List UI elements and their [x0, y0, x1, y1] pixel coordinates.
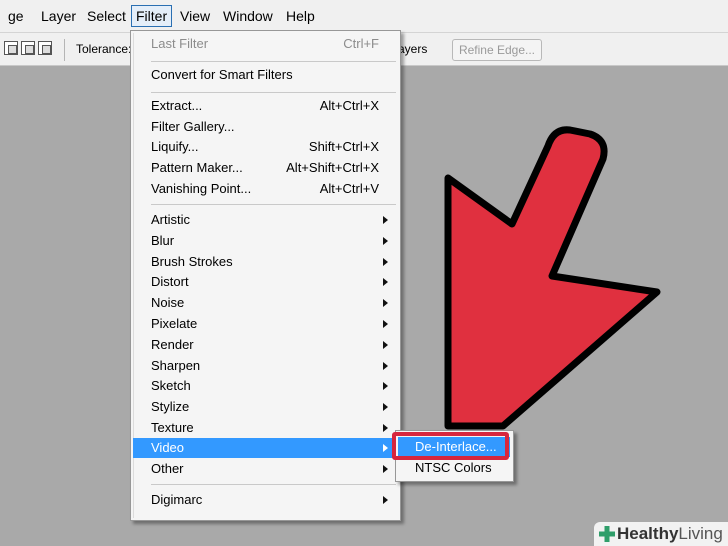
menu-item-label: Noise	[151, 295, 185, 310]
menu-item-shortcut: Shift+Ctrl+X	[308, 139, 379, 154]
menu-item-noise[interactable]: Noise	[133, 293, 398, 313]
menu-item-stylize[interactable]: Stylize	[133, 397, 398, 417]
menu-item-texture[interactable]: Texture	[133, 418, 398, 438]
submenu-arrow-icon	[383, 424, 388, 432]
menu-item-other[interactable]: Other	[133, 459, 398, 479]
menu-item-convert-smart-filters[interactable]: Convert for Smart Filters	[133, 65, 398, 85]
menu-item-label: Texture	[151, 420, 194, 435]
submenu-arrow-icon	[383, 465, 388, 473]
menu-item-digimarc[interactable]: Digimarc	[133, 490, 398, 510]
menu-item-ntsc-colors[interactable]: NTSC Colors	[398, 458, 510, 478]
submenu-arrow-icon	[383, 278, 388, 286]
selection-mode-icon[interactable]	[4, 41, 18, 55]
sample-all-layers-label: ayers	[398, 42, 428, 56]
menu-item-label: Pixelate	[151, 316, 198, 331]
submenu-arrow-icon	[383, 299, 388, 307]
menu-item-artistic[interactable]: Artistic	[133, 210, 398, 230]
add-to-selection-icon[interactable]	[21, 41, 35, 55]
menu-item-label: Distort	[151, 274, 189, 289]
menu-item-extract[interactable]: Extract... Alt+Ctrl+X	[133, 96, 398, 116]
submenu-arrow-icon	[383, 362, 388, 370]
submenu-arrow-icon	[383, 382, 388, 390]
filter-menu: Last Filter Ctrl+F Convert for Smart Fil…	[130, 30, 401, 521]
menu-filter[interactable]: Filter	[131, 5, 173, 27]
submenu-arrow-icon	[383, 237, 388, 245]
menu-item-label: Filter Gallery...	[151, 119, 235, 134]
menu-separator	[151, 61, 396, 62]
menu-select[interactable]: Select	[83, 6, 130, 26]
menu-item-label: Video	[151, 440, 185, 455]
menu-item-label: NTSC Colors	[415, 460, 492, 475]
submenu-arrow-icon	[383, 341, 388, 349]
menu-item-sketch[interactable]: Sketch	[133, 376, 398, 396]
menu-item-label: Convert for Smart Filters	[151, 67, 293, 82]
menu-item-pattern-maker[interactable]: Pattern Maker... Alt+Shift+Ctrl+X	[133, 158, 398, 178]
menu-item-brush-strokes[interactable]: Brush Strokes	[133, 252, 398, 272]
brand-bold-text: Healthy	[617, 524, 679, 543]
menu-item-video[interactable]: Video	[133, 438, 398, 458]
submenu-arrow-icon	[383, 496, 388, 504]
subtract-from-selection-icon[interactable]	[38, 41, 52, 55]
menu-item-label: Artistic	[151, 212, 190, 227]
menu-item-shortcut: Alt+Ctrl+X	[319, 98, 379, 113]
menu-item-blur[interactable]: Blur	[133, 231, 398, 251]
refine-edge-button[interactable]: Refine Edge...	[452, 39, 542, 61]
menu-item-label: Extract...	[151, 98, 203, 113]
menu-item-label: Stylize	[151, 399, 190, 414]
tolerance-label: Tolerance:	[76, 42, 132, 56]
menu-item-shortcut: Alt+Shift+Ctrl+X	[286, 160, 379, 175]
menu-item-label: Blur	[151, 233, 175, 248]
menu-item-label: Other	[151, 461, 184, 476]
menu-view[interactable]: View	[176, 6, 214, 26]
menu-item-label: Pattern Maker...	[151, 160, 243, 175]
menu-item-last-filter[interactable]: Last Filter Ctrl+F	[133, 34, 398, 54]
submenu-arrow-icon	[383, 258, 388, 266]
menu-item-liquify[interactable]: Liquify... Shift+Ctrl+X	[133, 137, 398, 157]
pointer-arrow-icon	[444, 126, 661, 430]
menu-image-partial[interactable]: ge	[4, 6, 28, 26]
menu-item-filter-gallery[interactable]: Filter Gallery...	[133, 117, 398, 137]
menu-separator	[151, 204, 396, 205]
menu-separator	[151, 92, 396, 93]
brand-watermark: HealthyLiving	[594, 522, 728, 546]
menu-help[interactable]: Help	[282, 6, 319, 26]
menu-separator	[151, 484, 396, 485]
menu-item-label: Sketch	[151, 378, 191, 393]
menu-item-sharpen[interactable]: Sharpen	[133, 356, 398, 376]
menu-item-label: Render	[151, 337, 194, 352]
submenu-arrow-icon	[383, 444, 388, 452]
menu-bar: ge Layer Select Filter View Window Help	[0, 0, 728, 33]
submenu-arrow-icon	[383, 216, 388, 224]
menu-item-render[interactable]: Render	[133, 335, 398, 355]
menu-layer[interactable]: Layer	[37, 6, 80, 26]
submenu-arrow-icon	[383, 320, 388, 328]
menu-item-label: Vanishing Point...	[151, 181, 252, 196]
highlight-callout-box	[392, 432, 509, 460]
menu-item-label: Last Filter	[151, 36, 209, 51]
menu-item-shortcut: Alt+Ctrl+V	[319, 181, 379, 196]
brand-text: HealthyLiving	[617, 524, 723, 544]
menu-item-vanishing-point[interactable]: Vanishing Point... Alt+Ctrl+V	[133, 179, 398, 199]
options-divider	[64, 39, 65, 61]
menu-item-label: Liquify...	[151, 139, 199, 154]
menu-item-distort[interactable]: Distort	[133, 272, 398, 292]
menu-item-pixelate[interactable]: Pixelate	[133, 314, 398, 334]
menu-item-label: Sharpen	[151, 358, 201, 373]
menu-item-shortcut: Ctrl+F	[343, 36, 379, 51]
healthy-living-logo-icon	[599, 526, 615, 542]
brand-light-text: Living	[678, 524, 723, 543]
menu-item-label: Brush Strokes	[151, 254, 233, 269]
submenu-arrow-icon	[383, 403, 388, 411]
menu-window[interactable]: Window	[219, 6, 277, 26]
menu-item-label: Digimarc	[151, 492, 203, 507]
